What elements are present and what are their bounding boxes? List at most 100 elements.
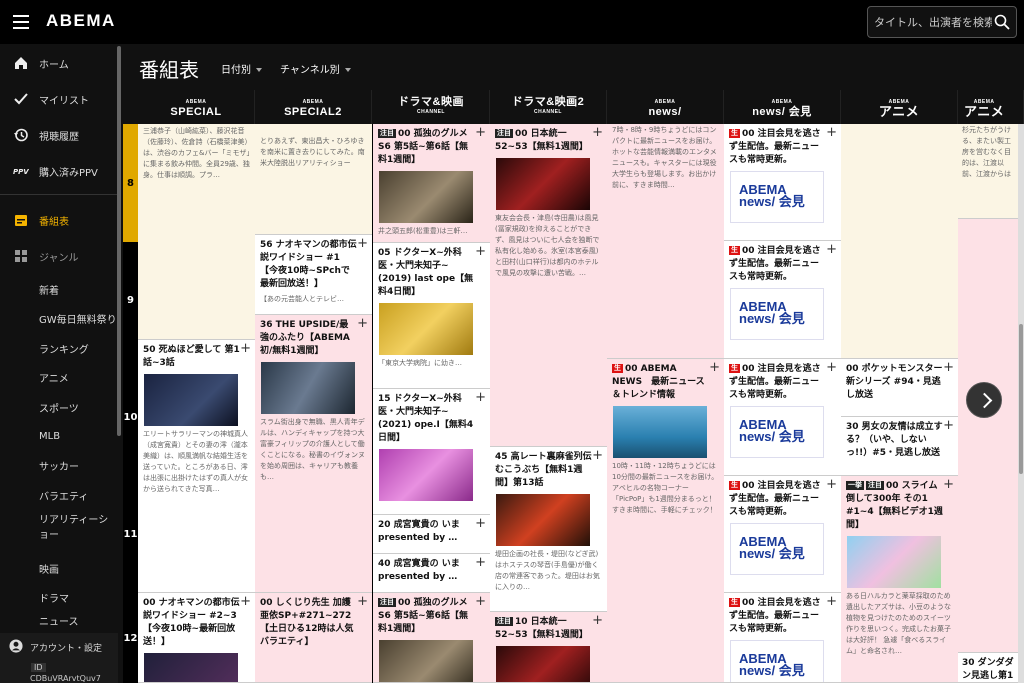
sidebar-item-schedule[interactable]: 番組表 bbox=[0, 205, 118, 235]
add-mylist-button[interactable]: + bbox=[475, 245, 486, 258]
program-cell[interactable]: + 注目 10 日本統一52~53【無料1週間】 bbox=[490, 612, 607, 683]
filter-channel-dropdown[interactable]: チャンネル別 bbox=[280, 61, 351, 76]
genre-item[interactable]: リアリティーショー bbox=[0, 509, 118, 547]
live-badge: 生 bbox=[729, 481, 740, 490]
filter-date-dropdown[interactable]: 日付別 bbox=[221, 61, 262, 76]
program-cell[interactable]: + 00 ナオキマンの都市伝説ワイドショー #2~3【今夜10時~最新回放送！】 bbox=[138, 593, 255, 683]
account-settings[interactable]: アカウント・設定 ID CDBuVRArvtQuv7 bbox=[0, 633, 118, 683]
channel-anime[interactable]: ABEMA アニメ bbox=[841, 90, 958, 124]
add-mylist-button[interactable]: + bbox=[475, 595, 486, 608]
add-mylist-button[interactable]: + bbox=[357, 317, 368, 330]
add-mylist-button[interactable]: + bbox=[475, 126, 486, 139]
genre-item[interactable]: スポーツ bbox=[0, 392, 118, 422]
add-mylist-button[interactable]: + bbox=[826, 478, 837, 491]
genre-item[interactable]: アニメ bbox=[0, 362, 118, 392]
sidebar-item-ppv[interactable]: PPV 購入済みPPV bbox=[0, 156, 118, 186]
genre-item[interactable]: ドラマ bbox=[0, 582, 118, 612]
channel-news[interactable]: ABEMA news/ bbox=[607, 90, 724, 124]
genre-item[interactable]: GW毎日無料祭り bbox=[0, 303, 118, 333]
genre-item[interactable]: 新着 bbox=[0, 274, 118, 304]
hour-label: 8 bbox=[123, 124, 138, 242]
search-icon[interactable] bbox=[994, 14, 1010, 30]
program-cell[interactable]: + 45 高レート裏麻雀列伝 むこうぶち【無料1週間】第13話 堤田企画の社長・… bbox=[490, 447, 607, 612]
genre-label: MLB bbox=[39, 430, 61, 442]
add-mylist-button[interactable]: + bbox=[826, 126, 837, 139]
genre-item[interactable]: ニュース bbox=[0, 610, 118, 630]
sidebar-item-mylist[interactable]: マイリスト bbox=[0, 84, 118, 114]
program-cell[interactable]: + 15 ドクターX~外科医・大門未知子~(2021) ope.I【無料4日間】 bbox=[373, 389, 490, 515]
add-mylist-button[interactable]: + bbox=[240, 342, 251, 355]
add-mylist-button[interactable]: + bbox=[475, 391, 486, 404]
search-input[interactable] bbox=[868, 7, 992, 37]
program-cell[interactable]: + 00 しくじり先生 加護亜依SP+#271~272【土日ひる12時は人気バラ… bbox=[255, 593, 372, 683]
channel-news-kaiken[interactable]: ABEMA news/ 会見 bbox=[724, 90, 841, 124]
channel-drama2[interactable]: ドラマ&映画2 CHANNEL bbox=[490, 90, 607, 124]
program-cell[interactable]: + 生 00 注目会見を逃さず生配信。最新ニュースも常時更新。 ABEMA new… bbox=[724, 593, 841, 683]
scroll-right-button[interactable] bbox=[966, 382, 1002, 418]
sidebar-item-label: ジャンル bbox=[39, 252, 79, 264]
add-mylist-button[interactable]: + bbox=[709, 361, 720, 374]
add-mylist-button[interactable]: + bbox=[240, 595, 251, 608]
sidebar-scrollbar[interactable] bbox=[117, 44, 121, 644]
add-mylist-button[interactable]: + bbox=[592, 614, 603, 627]
program-title: 00 注目会見を逃さず生配信。最新ニュースも常時更新。 bbox=[729, 246, 821, 282]
program-cell[interactable]: + 生 00 注目会見を逃さず生配信。最新ニュースも常時更新。 ABEMA new… bbox=[724, 359, 841, 476]
program-cell[interactable]: + 56 ナオキマンの都市伝説ワイドショー #1【今夜10時~SPchで最新回放… bbox=[255, 235, 372, 315]
program-cell[interactable]: + 50 死ぬほど愛して 第1話~3話 エリートサラリーマンの神城真人（成宮寛貴… bbox=[138, 340, 255, 593]
grid-scrollbar[interactable] bbox=[1018, 124, 1024, 683]
program-cell[interactable]: + 注目 00 日本統一52~53【無料1週間】 東友会会長・津島(寺田農)は風見… bbox=[490, 124, 607, 447]
program-cell[interactable]: + 一挙 注目 00 スライム倒して300年 その1 #1~4【無料ビデオ1週間】 … bbox=[841, 476, 958, 683]
program-cell[interactable]: 杉元たちがうける、またい製工房を営むなく目的は、江渡以前、江渡からは bbox=[958, 124, 1018, 219]
news-thumbnail: ABEMA news/ 会見 bbox=[730, 288, 824, 340]
add-mylist-button[interactable]: + bbox=[826, 361, 837, 374]
program-title: 00 注目会見を逃さず生配信。最新ニュースも常時更新。 bbox=[729, 481, 821, 517]
news-thumbnail: ABEMA news/ 会見 bbox=[730, 171, 824, 223]
program-cell[interactable]: 7時・8時・9時ちょうどにはコンパクトに最新ニュースをお届け。ホットな芸能情報満… bbox=[607, 124, 724, 359]
sidebar-item-history[interactable]: 視聴履歴 bbox=[0, 120, 118, 150]
add-mylist-button[interactable]: + bbox=[357, 237, 368, 250]
program-cell[interactable]: 三浦恭子（山崎紘菜）、藤沢花音（佐藤玲）、佐倉詩（石橋菜津美）は、渋谷のカフェ&… bbox=[138, 124, 255, 340]
genre-item[interactable]: バラエティ bbox=[0, 480, 118, 510]
program-title: 00 ABEMA NEWS 最新ニュース＆トレンド情報 bbox=[612, 364, 705, 400]
channel-anime2[interactable]: ABEMA アニメ bbox=[958, 90, 1024, 124]
add-mylist-button[interactable]: + bbox=[826, 595, 837, 608]
menu-icon[interactable] bbox=[13, 15, 29, 29]
add-mylist-button[interactable]: + bbox=[943, 361, 954, 374]
program-cell[interactable]: + 生 00 注目会見を逃さず生配信。最新ニュースも常時更新。 ABEMA new… bbox=[724, 476, 841, 593]
add-mylist-button[interactable]: + bbox=[592, 126, 603, 139]
sidebar-item-genre[interactable]: ジャンル bbox=[0, 241, 118, 271]
program-title: 00 注目会見を逃さず生配信。最新ニュースも常時更新。 bbox=[729, 598, 821, 634]
add-mylist-button[interactable]: + bbox=[592, 449, 603, 462]
add-mylist-button[interactable]: + bbox=[475, 556, 486, 569]
genre-label: スポーツ bbox=[39, 403, 79, 415]
genre-item[interactable]: ランキング bbox=[0, 333, 118, 363]
program-cell[interactable]: + 40 成宮寛貴の いまpresented by … bbox=[373, 554, 490, 593]
sidebar-item-home[interactable]: ホーム bbox=[0, 48, 118, 78]
genre-item[interactable]: MLB bbox=[0, 421, 118, 451]
add-mylist-button[interactable]: + bbox=[357, 595, 368, 608]
program-cell[interactable]: + 注目 00 孤独のグルメ S6 第5話~第6話【無料1週間】 井之頭五郎(松重… bbox=[373, 124, 490, 243]
add-mylist-button[interactable]: + bbox=[826, 243, 837, 256]
program-cell[interactable]: + 05 ドクターX~外科医・大門未知子~(2019) last ope【無料4… bbox=[373, 243, 490, 389]
add-mylist-button[interactable]: + bbox=[943, 419, 954, 432]
program-cell[interactable]: + 生 00 注目会見を逃さず生配信。最新ニュースも常時更新。 ABEMA new… bbox=[724, 124, 841, 241]
program-cell[interactable]: + 00 ポケットモンスター 新シリーズ #94・見逃し放送 bbox=[841, 359, 958, 417]
program-cell[interactable]: + 生 00 注目会見を逃さず生配信。最新ニュースも常時更新。 ABEMA new… bbox=[724, 241, 841, 359]
program-cell[interactable]: + 30 男女の友情は成立する？（いや、しないっ!!）#5・見逃し放送 bbox=[841, 417, 958, 476]
program-cell[interactable]: + 生 00 ABEMA NEWS 最新ニュース＆トレンド情報 10時・11時・1… bbox=[607, 359, 724, 683]
program-cell[interactable]: 30 ダンダダン見逃し第1話まで bbox=[958, 653, 1018, 683]
program-cell[interactable]: とりあえず、東出昌大・ひろゆきを南米に置き去りにしてみた。南米大陸脱出リアリティ… bbox=[255, 124, 372, 235]
program-cell[interactable]: + 36 THE UPSIDE/最強のふたり【ABEMA初/無料1週間】 スラム… bbox=[255, 315, 372, 593]
channel-drama[interactable]: ドラマ&映画 CHANNEL bbox=[373, 90, 490, 124]
add-mylist-button[interactable]: + bbox=[943, 478, 954, 491]
genre-item[interactable]: 映画 bbox=[0, 553, 118, 583]
abema-logo[interactable]: ABEMA bbox=[46, 11, 116, 31]
channel-special[interactable]: ABEMA SPECIAL bbox=[138, 90, 255, 124]
featured-badge: 注目 bbox=[378, 598, 396, 607]
channel-special2[interactable]: ABEMA SPECIAL2 bbox=[255, 90, 372, 124]
program-cell[interactable]: + 注目 00 孤独のグルメ S6 第5話~第6話【無料1週間】 bbox=[373, 593, 490, 683]
program-cell[interactable]: + 20 成宮寛貴の いまpresented by … bbox=[373, 515, 490, 554]
add-mylist-button[interactable]: + bbox=[475, 517, 486, 530]
search-box[interactable] bbox=[867, 6, 1017, 38]
genre-item[interactable]: サッカー bbox=[0, 450, 118, 480]
